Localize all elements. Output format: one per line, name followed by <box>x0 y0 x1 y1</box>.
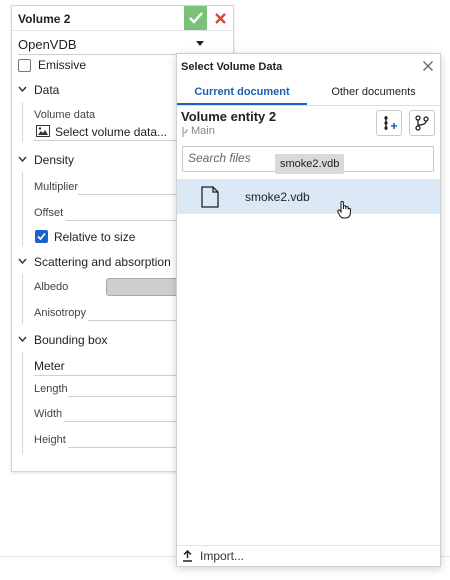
file-icon <box>201 186 219 208</box>
emissive-checkbox[interactable] <box>18 59 31 72</box>
height-input[interactable] <box>68 447 186 448</box>
length-label: Length <box>34 383 68 395</box>
hand-cursor-icon <box>337 201 351 219</box>
albedo-label: Albedo <box>34 281 69 293</box>
branch-icon <box>415 115 429 131</box>
volume-type-select[interactable]: OpenVDB <box>18 34 204 55</box>
import-label: Import... <box>200 549 245 563</box>
multiplier-label: Multiplier <box>34 181 79 193</box>
chevron-down-icon <box>18 258 27 264</box>
dialog-footer-divider <box>177 545 440 546</box>
cancel-button[interactable] <box>209 6 232 30</box>
section-data-label: Data <box>34 83 60 97</box>
section-scattering-rule <box>22 274 23 324</box>
length-input[interactable] <box>68 396 186 397</box>
branch-button[interactable] <box>409 110 435 136</box>
panel-title: Volume 2 <box>18 12 71 26</box>
insert-version-button[interactable] <box>376 110 402 136</box>
chevron-down-icon <box>196 41 204 46</box>
relative-to-size-checkbox[interactable] <box>35 230 48 243</box>
volume-type-value: OpenVDB <box>18 37 77 52</box>
dialog-title: Select Volume Data <box>181 61 283 73</box>
chevron-down-icon <box>18 336 27 342</box>
volume-data-label: Volume data <box>34 109 96 121</box>
offset-input[interactable] <box>66 220 186 221</box>
width-input[interactable] <box>64 421 186 422</box>
section-scattering-label: Scattering and absorption <box>34 255 171 269</box>
chevron-down-icon <box>18 156 27 162</box>
section-bounding-box-rule <box>22 352 23 454</box>
anisotropy-label: Anisotropy <box>34 307 86 319</box>
panel-header: Volume 2 <box>12 6 233 31</box>
width-label: Width <box>34 408 63 420</box>
tab-divider <box>177 105 440 106</box>
chevron-down-icon <box>18 86 27 92</box>
close-icon[interactable] <box>422 60 434 72</box>
section-density-rule <box>22 172 23 246</box>
multiplier-input[interactable] <box>78 194 186 195</box>
branch-name: Main <box>191 125 215 137</box>
file-list-item[interactable]: smoke2.vdb <box>177 179 440 219</box>
unit-value: Meter <box>34 359 65 373</box>
tab-other-documents[interactable]: Other documents <box>307 86 440 102</box>
height-label: Height <box>34 434 66 446</box>
entity-title: Volume entity 2 <box>181 109 277 124</box>
version-graph-icon <box>384 116 397 130</box>
image-icon <box>36 125 50 137</box>
emissive-label: Emissive <box>38 58 87 72</box>
relative-to-size-label: Relative to size <box>54 230 136 244</box>
tab-current-document[interactable]: Current document <box>177 86 307 102</box>
branch-icon <box>182 127 188 137</box>
anisotropy-input[interactable] <box>88 320 186 321</box>
upload-icon <box>183 550 192 562</box>
volume-data-select[interactable]: Select volume data... <box>34 122 182 141</box>
checkmark-icon <box>37 232 46 241</box>
drag-tooltip: smoke2.vdb <box>275 154 345 174</box>
checkmark-icon <box>188 12 203 24</box>
section-data-rule <box>22 102 23 142</box>
offset-label: Offset <box>34 207 64 219</box>
volume-data-value: Select volume data... <box>55 125 168 139</box>
section-bounding-box-label: Bounding box <box>34 333 108 347</box>
file-name: smoke2.vdb <box>245 190 310 204</box>
accept-button[interactable] <box>184 6 207 30</box>
select-volume-data-dialog: Select Volume Data Current document Othe… <box>176 53 441 567</box>
unit-select[interactable]: Meter <box>34 357 199 376</box>
section-density-label: Density <box>34 153 75 167</box>
close-icon <box>215 12 226 24</box>
